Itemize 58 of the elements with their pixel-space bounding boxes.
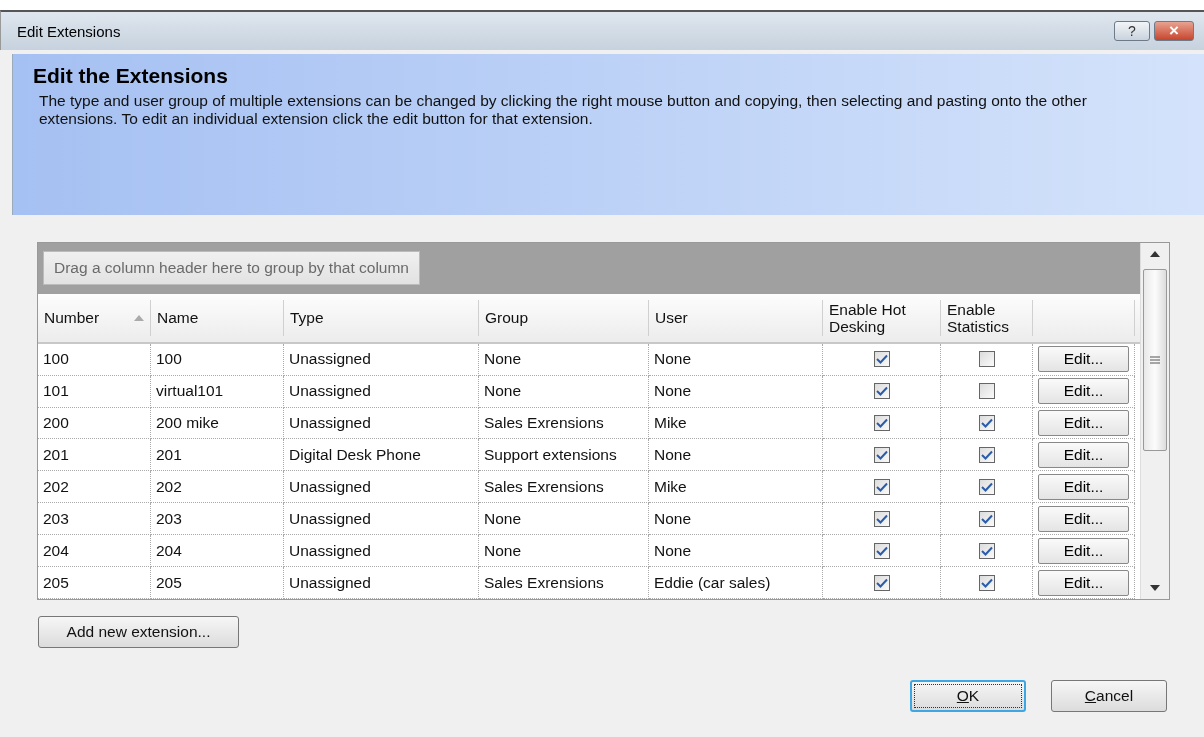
checkbox[interactable] [978, 446, 995, 463]
table-cell: 100 [151, 343, 284, 376]
table-cell: Unassigned [284, 375, 479, 408]
table-cell: 100 [38, 343, 151, 376]
checkbox[interactable] [978, 415, 995, 431]
checkbox[interactable] [873, 446, 890, 463]
table-cell: None [479, 375, 649, 408]
checkbox[interactable] [978, 574, 995, 591]
column-header[interactable]: Name [151, 299, 284, 336]
edit-button[interactable]: Edit... [1038, 441, 1129, 468]
scroll-up-arrow-icon[interactable] [1150, 251, 1160, 257]
edit-button[interactable]: Edit... [1038, 346, 1129, 373]
grip-icon [1150, 356, 1160, 364]
edit-button[interactable]: Edit... [1038, 378, 1129, 405]
column-header[interactable]: Number [38, 299, 151, 336]
checkbox[interactable] [873, 351, 890, 368]
table-cell: Unassigned [284, 567, 479, 599]
table-cell: None [649, 343, 823, 376]
edit-button[interactable]: Edit... [1038, 473, 1129, 500]
table-cell: None [479, 343, 649, 376]
column-header[interactable]: Type [284, 299, 479, 336]
checkbox[interactable] [873, 510, 890, 527]
help-button[interactable]: ? [1114, 21, 1150, 41]
header-description: The type and user group of multiple extensions can be changed by clicking the right mouse button and copying, then selecting and pasting onto the other extensions. To edit an individual extension click the edit button for that extension. [39, 92, 1088, 128]
add-extension-button[interactable]: Add new extension... [38, 616, 239, 648]
checkbox[interactable] [873, 383, 890, 400]
column-header[interactable]: Group [479, 299, 649, 336]
window-title: Edit Extensions [17, 22, 122, 40]
table-cell: 205 [38, 567, 151, 599]
edit-button[interactable]: Edit... [1038, 505, 1129, 532]
table-cell: 205 [151, 567, 284, 599]
column-header[interactable]: Enable Statistics [941, 299, 1033, 336]
checkbox[interactable] [978, 383, 995, 400]
group-by-hint: Drag a column header here to group by that column [43, 251, 420, 286]
column-header[interactable]: Enable Hot Desking [823, 299, 941, 336]
edit-button[interactable]: Edit... [1038, 410, 1129, 436]
checkbox[interactable] [978, 351, 995, 368]
table-cell: Eddie (car sales) [649, 567, 823, 599]
edit-button[interactable]: Edit... [1038, 569, 1129, 596]
checkbox[interactable] [873, 542, 890, 559]
checkbox[interactable] [978, 510, 995, 527]
table-cell: virtual101 [151, 375, 284, 408]
dialog-button[interactable]: Cancel [1051, 680, 1167, 712]
table-cell: Sales Exrensions [479, 567, 649, 599]
checkbox[interactable] [873, 478, 890, 495]
header-title: Edit the Extensions [33, 64, 229, 88]
checkbox[interactable] [873, 574, 890, 591]
table-cell: 101 [38, 375, 151, 408]
table-cell: Unassigned [284, 343, 479, 376]
checkbox[interactable] [978, 542, 995, 559]
table-cell: None [649, 375, 823, 408]
column-header[interactable]: User [649, 299, 823, 336]
dialog-button[interactable]: OK [910, 680, 1026, 712]
edit-button[interactable]: Edit... [1038, 537, 1129, 564]
checkbox[interactable] [978, 478, 995, 495]
checkbox[interactable] [873, 415, 890, 431]
vertical-scrollbar[interactable] [1140, 243, 1169, 599]
scroll-down-arrow-icon[interactable] [1150, 585, 1160, 591]
